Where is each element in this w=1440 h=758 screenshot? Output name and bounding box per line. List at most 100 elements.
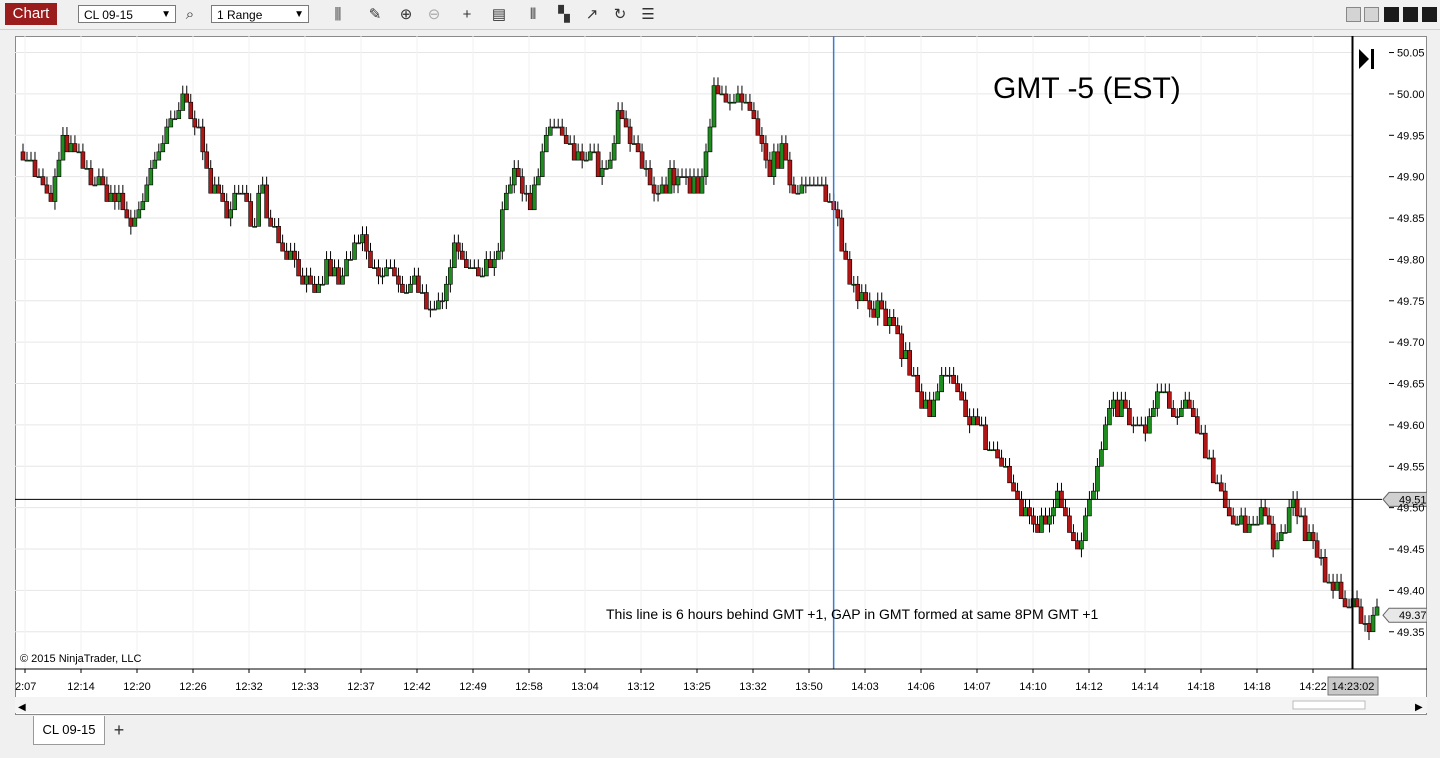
- x-tick-label: 12:49: [459, 681, 487, 693]
- price-bar-body: [264, 184, 269, 219]
- price-bar-body: [891, 317, 897, 326]
- data-box-icon[interactable]: ▤: [489, 5, 509, 25]
- y-tick-label: 49.55: [1397, 461, 1425, 473]
- scroll-right-icon[interactable]: ▶: [1415, 702, 1423, 713]
- search-icon[interactable]: ⌕: [180, 5, 200, 25]
- price-bar-body: [328, 259, 333, 277]
- price-bar-body: [1079, 540, 1084, 550]
- price-bar-body: [1043, 515, 1048, 525]
- zoom-out-icon[interactable]: ⊖: [424, 5, 444, 25]
- price-bar-body: [835, 209, 841, 219]
- price-bar-body: [1338, 581, 1344, 599]
- price-bar-body: [787, 159, 793, 186]
- interval-select[interactable]: 1 Range ▼: [211, 5, 309, 23]
- price-bar-body: [963, 399, 968, 417]
- price-bar-body: [228, 209, 233, 219]
- x-tick-label: 14:18: [1243, 681, 1271, 693]
- y-tick-label: 49.45: [1397, 544, 1425, 556]
- price-bar-body: [1282, 532, 1288, 534]
- price-bar-body: [176, 110, 182, 120]
- price-bar-body: [1027, 507, 1032, 517]
- instrument-select[interactable]: CL 09-15 ▼: [78, 5, 176, 23]
- price-bar-body: [248, 201, 253, 227]
- price-bar-body: [460, 250, 465, 260]
- drawing-tools-icon[interactable]: ↗: [582, 5, 602, 25]
- chart-title-tab[interactable]: Chart: [5, 3, 57, 25]
- price-bar-body: [456, 242, 461, 252]
- price-bar-body: [1151, 408, 1156, 417]
- price-bar-body: [1019, 499, 1024, 517]
- price-bar-body: [284, 250, 289, 260]
- price-bar-body: [168, 118, 174, 128]
- price-bar-body: [220, 192, 226, 202]
- pencil-icon[interactable]: ✎: [365, 5, 385, 25]
- price-bar-body: [1083, 515, 1088, 542]
- price-bar-body: [336, 267, 341, 285]
- price-bar-body: [468, 267, 473, 269]
- scrollbar-thumb[interactable]: [1292, 700, 1366, 710]
- zoom-in-icon[interactable]: ⊕: [396, 5, 416, 25]
- price-bar-body: [152, 159, 158, 169]
- indicators-icon[interactable]: ⦀: [523, 5, 543, 25]
- price-bar-body: [639, 151, 645, 169]
- properties-icon[interactable]: ☰: [638, 5, 658, 25]
- price-bar-body: [755, 118, 761, 136]
- price-bar-body: [384, 267, 389, 277]
- x-tick-label: 12:33: [291, 681, 319, 693]
- price-bar-body: [819, 184, 825, 187]
- price-bar-body: [815, 184, 821, 187]
- price-bar-body: [1266, 515, 1272, 525]
- price-bar-body: [683, 176, 689, 178]
- price-bar-body: [503, 192, 509, 211]
- price-bar-body: [316, 283, 321, 293]
- price-bar-body: [671, 168, 677, 186]
- maximize-button[interactable]: [1364, 7, 1379, 22]
- scroll-left-icon[interactable]: ◀: [18, 702, 26, 713]
- price-bar-body: [643, 168, 649, 170]
- price-bar-body: [879, 300, 885, 310]
- crosshair-icon[interactable]: +: [457, 5, 477, 25]
- strategies-icon[interactable]: ▚: [554, 5, 574, 25]
- price-bar-body: [56, 159, 62, 177]
- price-bar-body: [875, 300, 881, 318]
- price-bar-body: [48, 192, 54, 202]
- price-bar-body: [539, 151, 545, 177]
- y-tick-label: 50.00: [1397, 89, 1425, 101]
- price-bar-body: [499, 209, 505, 252]
- refresh-icon[interactable]: ↻: [610, 5, 630, 25]
- price-bar-body: [120, 192, 126, 211]
- price-bar-body: [1362, 623, 1368, 625]
- price-bar-body: [951, 374, 956, 384]
- price-bar-body: [1174, 416, 1180, 418]
- price-bar-body: [1127, 408, 1132, 426]
- x-tick-label: 14:06: [907, 681, 935, 693]
- interval-value: 1 Range: [217, 8, 263, 22]
- price-bar-body: [735, 93, 741, 103]
- restore-button[interactable]: [1384, 7, 1399, 22]
- price-bar-body: [1063, 507, 1068, 517]
- price-bar-body: [96, 176, 102, 186]
- price-bar-body: [1039, 515, 1044, 533]
- price-bar-body: [731, 101, 737, 104]
- minimize-button[interactable]: [1346, 7, 1361, 22]
- price-bar-body: [1031, 515, 1036, 525]
- add-tab-button[interactable]: +: [108, 718, 130, 742]
- price-bar-body: [1218, 482, 1224, 492]
- bar-style-icon[interactable]: ⫼: [328, 5, 348, 25]
- chart-canvas[interactable]: 49.5149.37 50.05 50.00 49.95 49.90 49.85 49.8…: [15, 36, 1427, 715]
- price-bar-body: [28, 159, 34, 162]
- price-bar-body: [779, 143, 785, 169]
- horizontal-scrollbar[interactable]: [15, 697, 1427, 713]
- price-bar-body: [344, 259, 349, 277]
- price-bar-body: [711, 85, 717, 128]
- price-bar-body: [899, 333, 905, 360]
- restore-down-button[interactable]: [1403, 7, 1418, 22]
- price-bar-body: [1258, 507, 1264, 525]
- close-button[interactable]: [1422, 7, 1437, 22]
- tab-cl-09-15[interactable]: CL 09-15: [33, 716, 105, 745]
- price-bar-body: [436, 300, 441, 310]
- jump-to-end-icon[interactable]: [1359, 49, 1374, 69]
- toolbar: Chart CL 09-15 ▼ ⌕ 1 Range ▼ ⫼ ✎ ⊕ ⊖ + ▤ ⦀…: [0, 0, 1440, 30]
- price-bar-body: [659, 184, 665, 194]
- price-bar-body: [256, 192, 261, 227]
